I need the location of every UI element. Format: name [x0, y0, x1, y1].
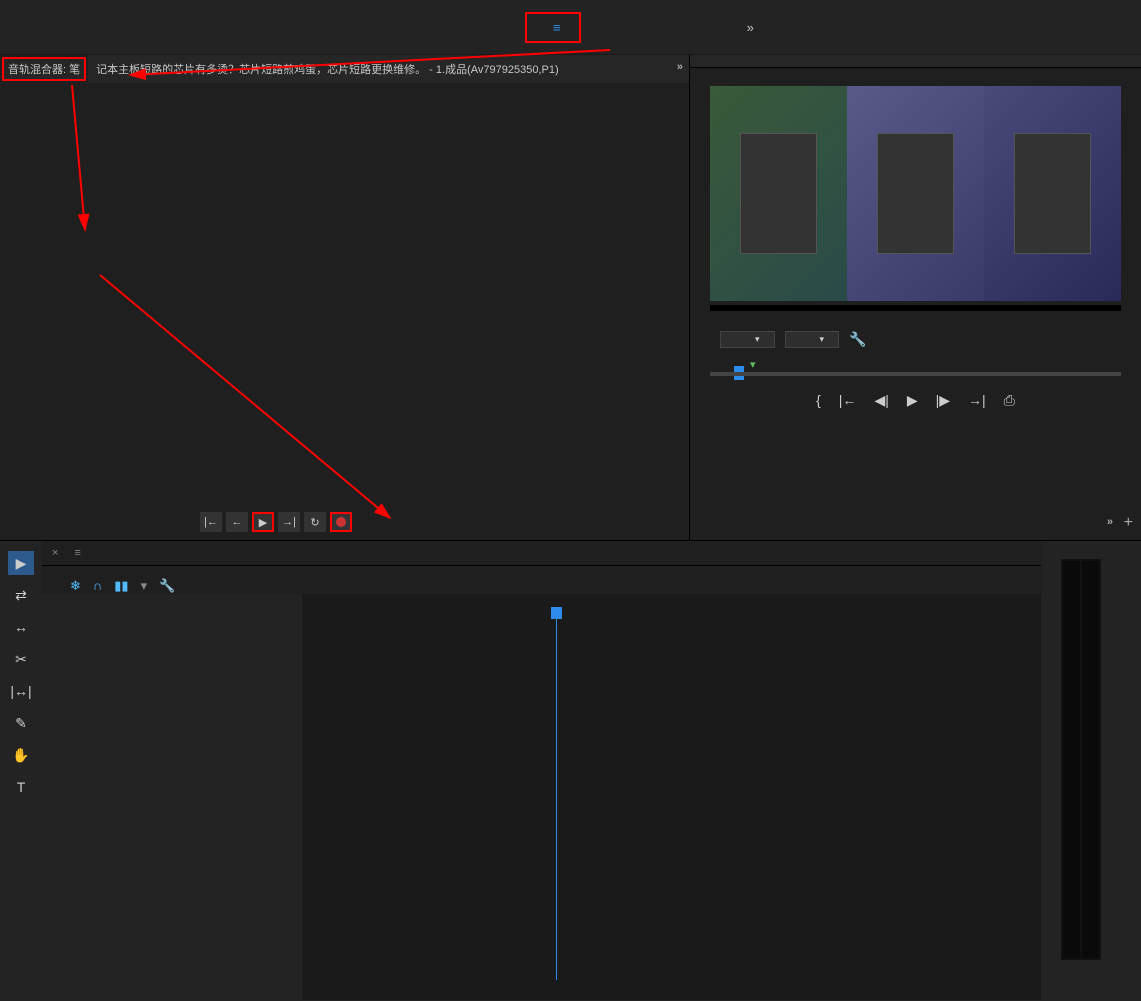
master-audio-meter: [1041, 541, 1141, 1000]
pen-tool[interactable]: ✎: [8, 711, 34, 735]
mixer-transport: |← ← ▶ →| ↻: [0, 508, 689, 536]
timeline-playhead[interactable]: [556, 613, 557, 980]
step-fwd-button[interactable]: →|: [278, 512, 300, 532]
tab-assembly[interactable]: [293, 23, 309, 31]
timeline-panel: × ≡ ❄ ∩ ▮▮ ▾ 🔧: [42, 541, 1041, 1000]
selection-tool[interactable]: ▶: [8, 551, 34, 575]
marker-icon[interactable]: ▮▮: [114, 578, 128, 594]
track-content[interactable]: [302, 594, 1041, 1000]
export-frame-button[interactable]: ⎙: [1004, 392, 1015, 409]
link-icon[interactable]: ∩: [93, 578, 102, 594]
program-video: [710, 86, 1121, 301]
goto-in-button[interactable]: |←: [839, 392, 857, 409]
program-panel-title: [690, 55, 1141, 68]
workspace-tabs: ≡ »: [0, 0, 1141, 55]
hand-tool[interactable]: ✋: [8, 743, 34, 767]
mixer-panel-title-rest: 记本主板短路的芯片有多烫？芯片短路煎鸡蛋，芯片短路更换维修。 - 1.成品(Av…: [88, 55, 689, 83]
tab-color[interactable]: [409, 23, 425, 31]
marker-icon[interactable]: ▾: [750, 358, 756, 371]
track-select-tool[interactable]: ⇄: [8, 583, 34, 607]
program-monitor-panel: ▾ ▾ 🔧 ▾ { |← ◀| ▶ |▶ →| ⎙ » +: [690, 55, 1141, 540]
program-res-dropdown[interactable]: ▾: [785, 331, 840, 348]
mark-in-button[interactable]: {: [816, 392, 821, 409]
wrench-icon[interactable]: 🔧: [159, 578, 175, 594]
overflow-icon[interactable]: »: [677, 61, 683, 73]
audio-track-mixer-panel: 音轨混合器: 笔 记本主板短路的芯片有多烫？芯片短路煎鸡蛋，芯片短路更换维修。 …: [0, 55, 690, 540]
program-scrubber[interactable]: ▾: [710, 358, 1121, 378]
track-headers: [42, 594, 302, 1000]
ripple-tool[interactable]: ↔: [8, 615, 34, 639]
tab-edit[interactable]: [351, 23, 367, 31]
timeline-tools: ▶ ⇄ ↔ ✂ |↔| ✎ ✋ T: [0, 541, 42, 1000]
tab-learn[interactable]: [235, 23, 251, 31]
slip-tool[interactable]: |↔|: [8, 679, 34, 703]
close-tab-icon[interactable]: ×: [52, 547, 58, 559]
wrench-icon[interactable]: 🔧: [849, 331, 866, 348]
program-caption: [710, 305, 1121, 311]
play-button[interactable]: ▶: [907, 392, 918, 409]
program-fit-dropdown[interactable]: ▾: [720, 331, 775, 348]
loop-button[interactable]: ↻: [304, 512, 326, 532]
program-transport: { |← ◀| ▶ |▶ →| ⎙: [690, 392, 1141, 409]
tab-audio[interactable]: ≡: [525, 12, 581, 43]
goto-in-button[interactable]: |←: [200, 512, 222, 532]
razor-tool[interactable]: ✂: [8, 647, 34, 671]
overflow-icon[interactable]: »: [1107, 516, 1113, 528]
step-back-button[interactable]: ◀|: [874, 392, 888, 409]
mixer-panel-title: 音轨混合器: 笔: [2, 57, 86, 81]
add-button-icon[interactable]: +: [1124, 514, 1133, 532]
goto-out-button[interactable]: →|: [968, 392, 986, 409]
tab-graphics[interactable]: [623, 23, 639, 31]
settings-icon[interactable]: ▾: [141, 578, 148, 594]
step-back-button[interactable]: ←: [226, 512, 248, 532]
snap-icon[interactable]: ❄: [70, 578, 81, 594]
step-fwd-button[interactable]: |▶: [936, 392, 950, 409]
tab-library[interactable]: [681, 23, 697, 31]
tab-overflow-icon[interactable]: »: [739, 16, 762, 39]
play-button[interactable]: ▶: [252, 512, 274, 532]
type-tool[interactable]: T: [8, 775, 34, 799]
tab-effects[interactable]: [467, 23, 483, 31]
record-button[interactable]: [330, 512, 352, 532]
